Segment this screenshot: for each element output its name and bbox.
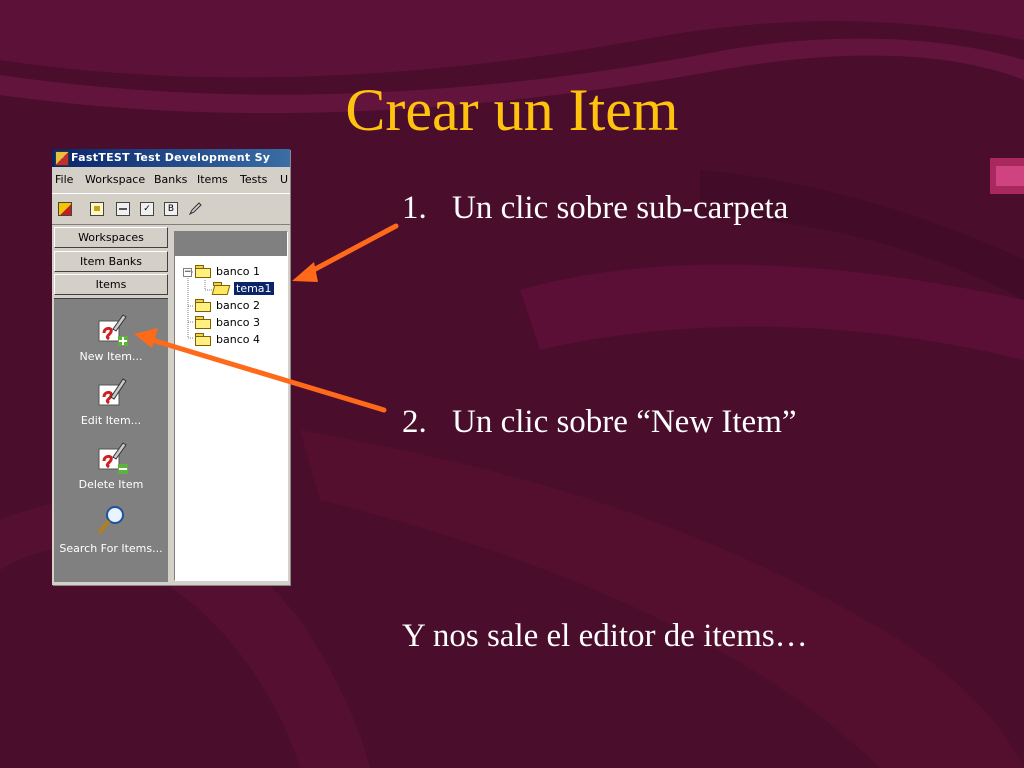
window-titlebar[interactable]: FastTEST Test Development Sy bbox=[52, 149, 290, 167]
new-item-label: New Item... bbox=[79, 350, 143, 363]
open-icon[interactable] bbox=[90, 202, 104, 216]
menu-bar: File Workspace Banks Items Tests U bbox=[52, 169, 290, 189]
slide-title: Crear un Item bbox=[345, 77, 679, 143]
folder-icon bbox=[195, 299, 211, 312]
tree-node-banco-1[interactable]: banco 1 bbox=[195, 264, 260, 280]
tree-node-label: banco 3 bbox=[216, 316, 260, 329]
edit-item-label: Edit Item... bbox=[80, 414, 142, 427]
delete-item-icon bbox=[98, 442, 128, 474]
step-2: 2. Un clic sobre “New Item” bbox=[402, 406, 797, 439]
item-actions-panel: New Item... Edit Item... Delete Item Sea… bbox=[54, 298, 168, 582]
nav-item-banks-button[interactable]: Item Banks bbox=[54, 251, 168, 272]
app-icon[interactable] bbox=[58, 202, 72, 216]
search-items-button[interactable]: Search For Items... bbox=[54, 501, 168, 555]
b-icon[interactable]: B bbox=[164, 202, 178, 216]
nav-workspaces-button[interactable]: Workspaces bbox=[54, 227, 168, 248]
app-icon bbox=[55, 151, 69, 166]
window-title: FastTEST Test Development Sy bbox=[71, 151, 271, 164]
folder-icon bbox=[195, 316, 211, 329]
search-items-icon bbox=[97, 506, 124, 535]
step-1-text: Un clic sobre sub-carpeta bbox=[452, 190, 789, 226]
menu-file[interactable]: File bbox=[55, 173, 73, 186]
step-1: 1. Un clic sobre sub-carpeta bbox=[402, 192, 788, 225]
delete-item-button[interactable]: Delete Item bbox=[54, 437, 168, 491]
tree-node-label-selected: tema1 bbox=[233, 281, 275, 296]
toolbar: ✓ B bbox=[52, 193, 290, 225]
edit-item-button[interactable]: Edit Item... bbox=[54, 373, 168, 427]
menu-tests[interactable]: Tests bbox=[240, 173, 267, 186]
new-item-button[interactable]: New Item... bbox=[54, 309, 168, 363]
step-2-text: Un clic sobre “New Item” bbox=[452, 404, 797, 440]
tree-node-banco-3[interactable]: banco 3 bbox=[195, 315, 260, 331]
delete-item-label: Delete Item bbox=[78, 478, 144, 491]
fasttest-app-window: FastTEST Test Development Sy File Worksp… bbox=[52, 149, 290, 585]
tree-expander-banco-1[interactable]: − bbox=[183, 268, 192, 277]
menu-workspace[interactable]: Workspace bbox=[85, 173, 145, 186]
step-2-number: 2. bbox=[402, 404, 427, 440]
tree-node-label: banco 2 bbox=[216, 299, 260, 312]
nav-items-button[interactable]: Items bbox=[54, 274, 168, 295]
search-items-label: Search For Items... bbox=[59, 542, 163, 555]
outlook-bar: Workspaces Item Banks Items New Item... bbox=[54, 227, 168, 582]
open-folder-icon bbox=[213, 282, 229, 294]
menu-u[interactable]: U bbox=[280, 173, 288, 186]
tree-node-banco-4[interactable]: banco 4 bbox=[195, 332, 260, 348]
list-icon[interactable] bbox=[116, 202, 130, 216]
pen-icon[interactable] bbox=[188, 202, 202, 216]
menu-items[interactable]: Items bbox=[197, 173, 228, 186]
new-item-icon bbox=[98, 314, 128, 346]
folder-icon bbox=[195, 333, 211, 346]
tree-node-label: banco 4 bbox=[216, 333, 260, 346]
edit-item-icon bbox=[98, 378, 127, 406]
folder-icon bbox=[195, 265, 211, 278]
tree-node-label: banco 1 bbox=[216, 265, 260, 278]
check-icon[interactable]: ✓ bbox=[140, 202, 154, 216]
bank-tree-pane[interactable]: − banco 1 tema1 banco 2 banco 3 banco 4 bbox=[174, 231, 288, 581]
tree-node-tema1[interactable]: tema1 bbox=[213, 281, 275, 297]
tree-node-banco-2[interactable]: banco 2 bbox=[195, 298, 260, 314]
step-1-number: 1. bbox=[402, 190, 427, 226]
slide-footer-text: Y nos sale el editor de items… bbox=[402, 618, 808, 654]
menu-banks[interactable]: Banks bbox=[154, 173, 187, 186]
